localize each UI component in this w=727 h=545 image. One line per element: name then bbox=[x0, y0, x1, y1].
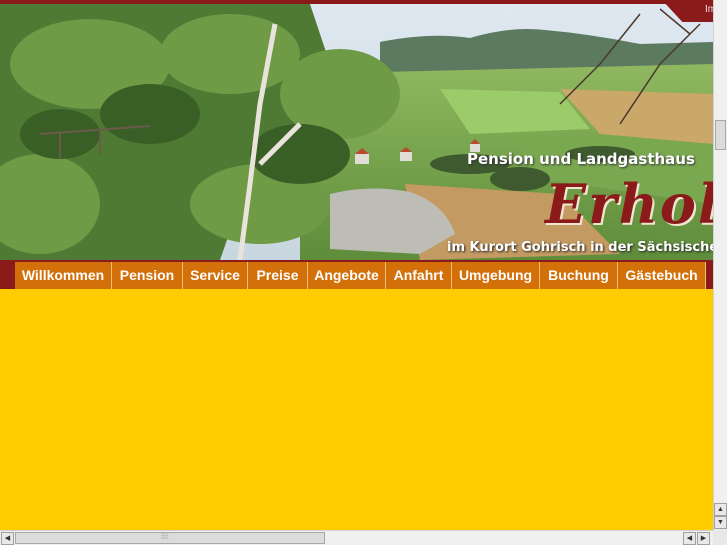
scroll-left-arrow-icon-secondary[interactable]: ◀ bbox=[683, 532, 696, 545]
scroll-up-arrow-icon[interactable]: ▲ bbox=[714, 503, 727, 516]
nav-item-gaestebuch[interactable]: Gästebuch bbox=[618, 262, 706, 289]
scroll-down-arrow-icon[interactable]: ▼ bbox=[714, 516, 727, 529]
nav-item-umgebung[interactable]: Umgebung bbox=[452, 262, 540, 289]
nav-item-angebote[interactable]: Angebote bbox=[308, 262, 386, 289]
scroll-left-arrow-icon[interactable]: ◀ bbox=[1, 532, 14, 545]
brand-logo-text: Erhol bbox=[545, 172, 713, 236]
nav-item-service[interactable]: Service bbox=[183, 262, 248, 289]
scrollbar-corner bbox=[713, 530, 727, 545]
nav-item-willkommen[interactable]: Willkommen bbox=[15, 262, 112, 289]
vertical-scroll-thumb[interactable] bbox=[715, 120, 726, 150]
horizontal-scroll-thumb[interactable]: ⁞⁞⁞⁞ bbox=[15, 532, 325, 544]
page-viewport: Im Pension und Landgasthaus Erhol im Kur… bbox=[0, 0, 713, 530]
nav-item-pension[interactable]: Pension bbox=[112, 262, 183, 289]
header-tagline-top: Pension und Landgasthaus bbox=[467, 150, 695, 168]
scroll-right-arrow-icon[interactable]: ▶ bbox=[697, 532, 710, 545]
horizontal-scrollbar[interactable]: ◀ ⁞⁞⁞⁞ ◀ ▶ bbox=[0, 530, 713, 545]
nav-item-preise[interactable]: Preise bbox=[248, 262, 308, 289]
nav-item-buchung[interactable]: Buchung bbox=[540, 262, 618, 289]
main-navigation: Willkommen Pension Service Preise Angebo… bbox=[0, 260, 713, 289]
vertical-scrollbar[interactable]: ▲ ▼ bbox=[713, 0, 727, 530]
impressum-link[interactable]: Im bbox=[705, 4, 713, 15]
scroll-grip-icon: ⁞⁞⁞⁞ bbox=[161, 534, 169, 541]
header-tagline-bottom: im Kurort Gohrisch in der Sächsische bbox=[447, 240, 713, 255]
nav-item-anfahrt[interactable]: Anfahrt bbox=[386, 262, 452, 289]
